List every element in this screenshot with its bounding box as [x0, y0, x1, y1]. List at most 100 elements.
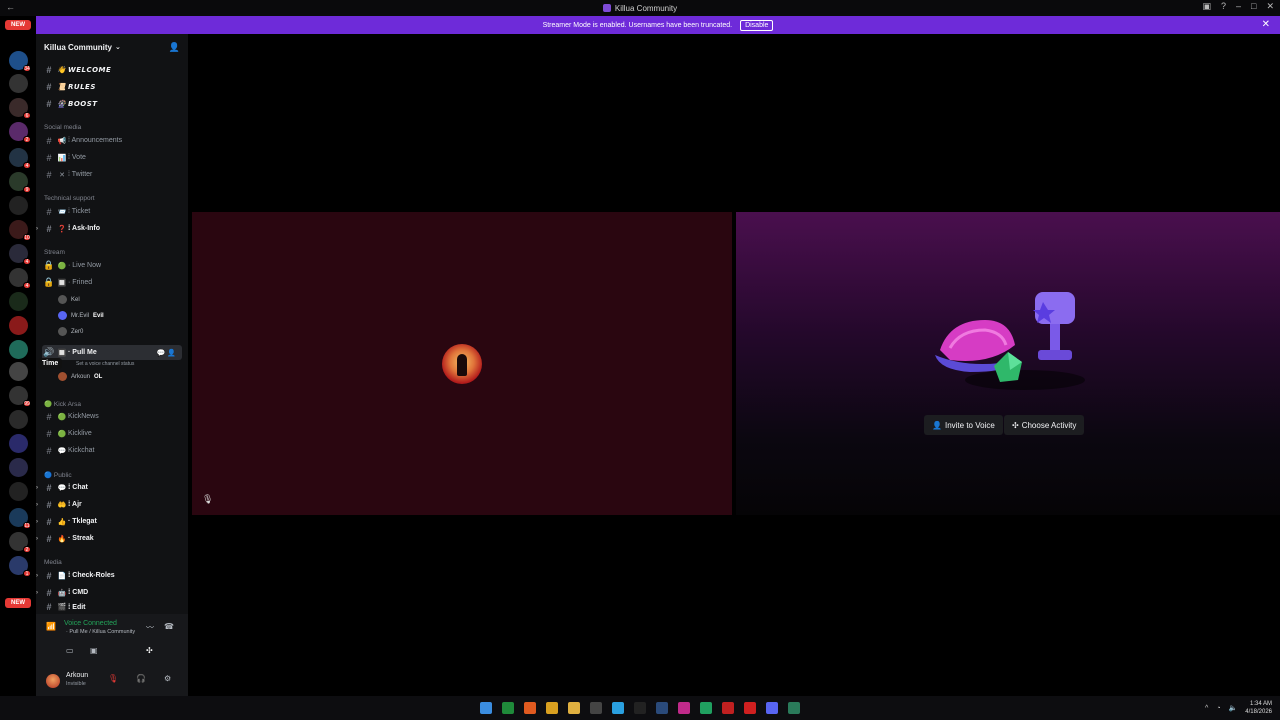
steam-icon[interactable]	[656, 702, 668, 714]
app-icon[interactable]	[722, 702, 734, 714]
server-icon[interactable]: 4	[9, 148, 31, 169]
channel-emoji: 🟢	[57, 430, 67, 438]
channel-twitter[interactable]: # ✕ ⁞ Twitter	[42, 167, 182, 182]
channel-edit[interactable]: ›#🎬⁞ Edit	[42, 602, 182, 612]
minimize-icon[interactable]: –	[1236, 1, 1241, 12]
close-banner-icon[interactable]: ✕	[1262, 19, 1270, 30]
channel-live-now[interactable]: 🔒 🟢 · Live Now	[42, 258, 182, 273]
voice-user-self[interactable]: Arkoun OL	[58, 370, 102, 383]
wifi-icon[interactable]: ◔	[1216, 705, 1220, 712]
discord-icon[interactable]	[766, 702, 778, 714]
disconnect-icon[interactable]: ☎	[164, 622, 174, 631]
voice-user[interactable]: Kel	[58, 293, 80, 306]
channel-kicklive[interactable]: # 🟢 Kicklive	[42, 426, 182, 441]
server-icon[interactable]	[9, 196, 28, 215]
choose-activity-button[interactable]: ✣ Choose Activity	[1004, 415, 1085, 435]
app-icon[interactable]	[590, 702, 602, 714]
xbox-icon[interactable]	[502, 702, 514, 714]
category-stream[interactable]: Stream	[44, 249, 65, 256]
noise-suppression-icon[interactable]: 〰	[146, 622, 154, 633]
category-media[interactable]: Media	[44, 559, 62, 566]
inbox-icon[interactable]: ▣	[1202, 1, 1211, 12]
screen-share-icon[interactable]: ▣	[90, 646, 98, 655]
terminal-icon[interactable]	[788, 702, 800, 714]
server-icon[interactable]: 6	[9, 98, 31, 119]
channel-vote[interactable]: # 📊 ⁞ Vote	[42, 150, 182, 165]
server-icon[interactable]	[9, 74, 28, 93]
invite-to-voice-button[interactable]: 👤 Invite to Voice	[924, 415, 1003, 435]
telegram-icon[interactable]	[612, 702, 624, 714]
channel-kickchat[interactable]: # 💬 Kickchat	[42, 443, 182, 458]
voice-connected-status[interactable]: Voice Connected	[64, 620, 117, 627]
disable-streamer-mode-button[interactable]: Disable	[740, 19, 774, 31]
tiktok-icon[interactable]	[634, 702, 646, 714]
start-menu-icon[interactable]	[480, 702, 492, 714]
activities-icon[interactable]: ✣	[146, 646, 153, 655]
server-icon[interactable]	[9, 362, 28, 381]
server-icon[interactable]	[9, 316, 28, 335]
invite-people-icon[interactable]: 👤	[169, 42, 180, 53]
file-explorer-icon[interactable]	[568, 702, 580, 714]
channel-cmd[interactable]: › # 🤖 ⁞ CMD	[36, 585, 182, 600]
server-icon[interactable]	[9, 482, 28, 501]
channel-check-roles[interactable]: › # 📄 ⁞ Check-Roles	[36, 568, 182, 583]
brave-browser-icon[interactable]	[524, 702, 536, 714]
chevron-up-icon[interactable]: ^	[1205, 705, 1208, 712]
voice-user[interactable]: Mr.Evil Evil	[58, 309, 104, 322]
app-icon[interactable]	[700, 702, 712, 714]
channel-announcements[interactable]: # 📢 ⁞ Announcements	[42, 133, 182, 148]
server-icon[interactable]: 10	[9, 220, 31, 241]
chat-bubble-icon[interactable]: 💬	[157, 350, 166, 357]
server-icon[interactable]: 4	[9, 268, 31, 289]
mic-muted-icon[interactable]: 🎙	[108, 674, 118, 683]
server-icon[interactable]	[9, 458, 28, 477]
server-icon[interactable]: 2	[9, 532, 31, 553]
channel-streak[interactable]: › # 🔥 · Streak	[36, 531, 182, 546]
channel-frined[interactable]: 🔒 🔲 · Frined	[42, 275, 182, 290]
category-public[interactable]: 🔵 Public	[44, 471, 72, 479]
server-icon[interactable]: 4	[9, 244, 31, 265]
clock[interactable]: 1:34 AM 4/18/2026	[1245, 700, 1272, 716]
server-icon[interactable]	[9, 410, 28, 429]
back-arrow-icon[interactable]: ←	[6, 2, 15, 12]
channel-boost[interactable]: # 🎡 𝘽𝙊𝙊𝙎𝙏	[42, 96, 182, 111]
chrome-icon[interactable]	[546, 702, 558, 714]
voice-channel-path[interactable]: · Pull Me / Killua Community	[66, 629, 135, 635]
server-icon[interactable]	[9, 292, 28, 311]
server-icon[interactable]: 2	[9, 122, 31, 143]
server-icon[interactable]	[9, 340, 28, 359]
category-social-media[interactable]: Social media	[44, 124, 81, 131]
participant-tile[interactable]: 🎙	[192, 212, 732, 515]
headphones-icon[interactable]: 🎧	[136, 674, 146, 683]
settings-gear-icon[interactable]: ⚙	[164, 674, 171, 683]
server-icon[interactable]: 1	[9, 556, 31, 577]
category-kick-arsa[interactable]: 🟢 Kick Arsa	[44, 400, 81, 408]
server-icon[interactable]: 99	[9, 386, 31, 407]
guild-header[interactable]: Killua Community ⌄ 👤	[36, 38, 188, 56]
maximize-icon[interactable]: □	[1251, 1, 1256, 12]
voice-status-text[interactable]: Set a voice channel status	[76, 357, 134, 370]
help-icon[interactable]: ?	[1221, 1, 1226, 12]
server-icon[interactable]: 11	[9, 508, 31, 529]
channel-tklegat[interactable]: › # 👍 · Tklegat	[36, 514, 182, 529]
server-icon[interactable]	[9, 434, 28, 453]
camera-off-icon[interactable]: ▭	[66, 646, 74, 655]
channel-kicknews[interactable]: # 🟢 KickNews	[42, 409, 182, 424]
volume-icon[interactable]: 🔈	[1229, 704, 1238, 712]
server-icon[interactable]: 9	[9, 172, 31, 193]
channel-rules[interactable]: # 📜 𝙍𝙐𝙇𝙀𝙎	[42, 79, 182, 94]
user-avatar[interactable]	[46, 674, 60, 688]
signal-icon[interactable]: 📶	[46, 622, 56, 631]
channel-chat[interactable]: › # 💬 ⁞ Chat	[36, 480, 182, 495]
close-window-icon[interactable]: ✕	[1266, 1, 1274, 12]
category-technical-support[interactable]: Technical support	[44, 195, 95, 202]
channel-ticket[interactable]: # 📨 ⁞ Ticket	[42, 204, 182, 219]
channel-welcome[interactable]: # 👋 𝙒𝙀𝙇𝘾𝙊𝙈𝙀	[42, 62, 182, 77]
channel-ajr[interactable]: › # 🤲 ⁞ Ajr	[36, 497, 182, 512]
acrobat-icon[interactable]	[744, 702, 756, 714]
app-icon[interactable]	[678, 702, 690, 714]
server-icon[interactable]: 34	[9, 51, 31, 72]
add-user-icon[interactable]: 👤	[167, 350, 176, 357]
voice-user[interactable]: Zer0	[58, 325, 83, 338]
channel-ask-info[interactable]: › # ❓ ⁞ Ask-Info	[36, 221, 182, 236]
